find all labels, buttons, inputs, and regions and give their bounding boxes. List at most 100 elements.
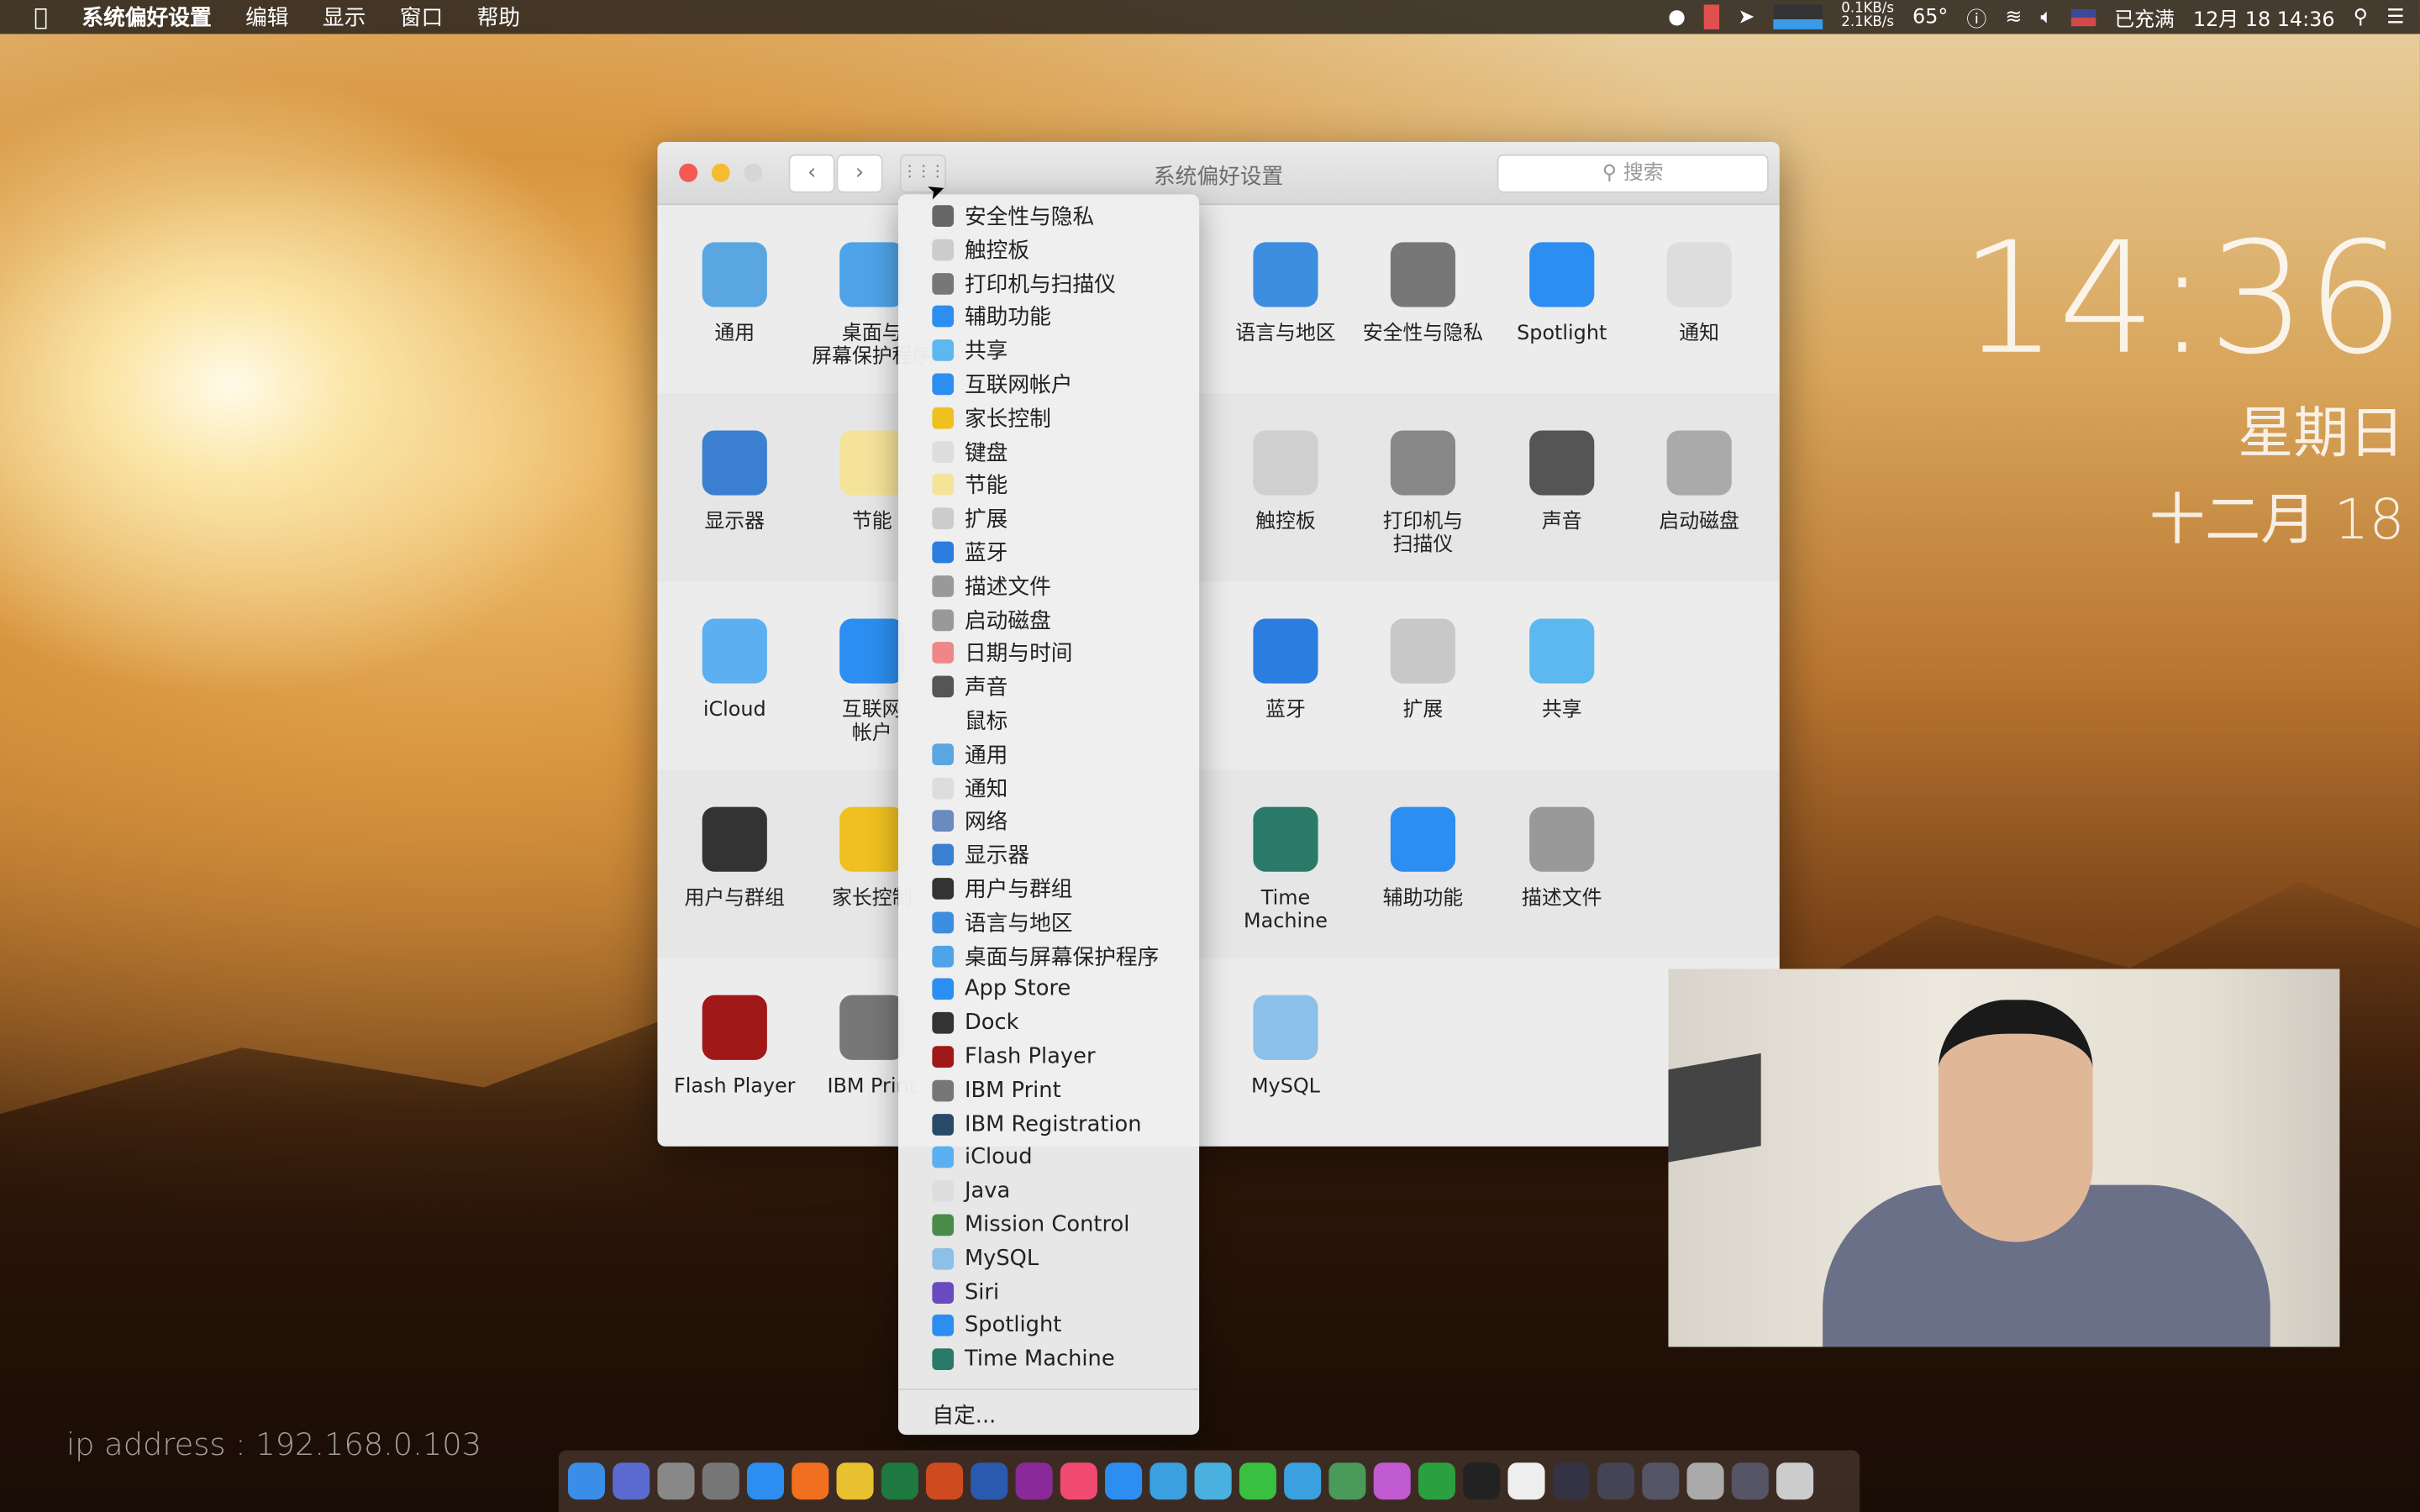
menu-item[interactable]: 扩展 (932, 503, 1007, 534)
menu-item[interactable]: 共享 (932, 335, 1007, 366)
pane-item[interactable]: 启动磁盘 (1631, 430, 1767, 533)
red-app-icon[interactable] (1704, 4, 1720, 29)
info-icon[interactable]: ⓘ (1966, 3, 1986, 32)
clock[interactable]: 12月 18 14:36 (2193, 3, 2335, 32)
menu-item[interactable]: 启动磁盘 (932, 604, 1051, 635)
menu-item[interactable]: Mission Control (932, 1210, 1129, 1241)
menu-app-name[interactable]: 系统偏好设置 (82, 2, 211, 33)
pane-item[interactable]: Spotlight (1494, 242, 1630, 345)
pane-item[interactable]: 通用 (666, 242, 802, 345)
menu-item[interactable]: Siri (932, 1277, 999, 1308)
menu-edit[interactable]: 编辑 (245, 2, 288, 33)
pane-item[interactable]: iCloud (666, 618, 802, 722)
temperature[interactable]: 65° (1912, 5, 1948, 29)
menu-item[interactable]: 鼠标 (932, 705, 1007, 736)
dock-app-icon[interactable] (1060, 1462, 1097, 1500)
pane-item[interactable]: 辅助功能 (1355, 806, 1491, 911)
menu-item[interactable]: 触控板 (932, 234, 1029, 265)
menu-item[interactable]: 互联网帐户 (932, 369, 1073, 400)
dock-app-icon[interactable] (1552, 1462, 1590, 1500)
dock-app-icon[interactable] (792, 1462, 829, 1500)
menu-item[interactable]: 网络 (932, 806, 1007, 837)
dock-app-icon[interactable] (613, 1462, 650, 1500)
pane-item[interactable]: 共享 (1494, 618, 1630, 722)
menu-item[interactable]: 语言与地区 (932, 907, 1073, 938)
search-field[interactable]: ⚲ 搜索 (1497, 154, 1769, 193)
volume-icon[interactable]: 🔈︎ (2040, 5, 2052, 29)
menu-item[interactable]: 日期与时间 (932, 638, 1073, 669)
menu-item[interactable]: 蓝牙 (932, 537, 1007, 568)
input-flag-icon[interactable] (2070, 8, 2096, 26)
menu-item[interactable]: MySQL (932, 1243, 1039, 1274)
dock-app-icon[interactable] (1686, 1462, 1724, 1500)
pane-item[interactable]: Time Machine (1218, 806, 1354, 934)
dock-app-icon[interactable] (1328, 1462, 1366, 1500)
dock-app-icon[interactable] (1731, 1462, 1769, 1500)
dock-app-icon[interactable] (1507, 1462, 1545, 1500)
pane-item[interactable]: 描述文件 (1494, 806, 1630, 911)
pane-item[interactable]: 显示器 (666, 430, 802, 533)
menu-item[interactable]: Time Machine (932, 1344, 1115, 1375)
network-speed[interactable]: 0.1KB/s 2.1KB/s (1841, 3, 1894, 31)
pane-item[interactable]: 触控板 (1218, 430, 1354, 533)
location-icon[interactable]: ➤ (1738, 5, 1754, 29)
dock-app-icon[interactable] (1373, 1462, 1411, 1500)
pane-item[interactable]: 语言与地区 (1218, 242, 1354, 345)
dock-app-icon[interactable] (1105, 1462, 1143, 1500)
dock-app-icon[interactable] (746, 1462, 785, 1500)
menu-item[interactable]: 通用 (932, 738, 1007, 769)
menu-item[interactable]: Spotlight (932, 1310, 1061, 1341)
dock-app-icon[interactable] (1597, 1462, 1635, 1500)
pane-item[interactable]: 声音 (1494, 430, 1630, 533)
notification-center-icon[interactable]: ☰ (2386, 5, 2404, 29)
dock-app-icon[interactable] (657, 1462, 695, 1500)
pane-item[interactable]: 用户与群组 (666, 806, 802, 911)
menu-item[interactable]: 用户与群组 (932, 874, 1073, 905)
menu-item[interactable]: 桌面与屏幕保护程序 (932, 941, 1159, 972)
dock-app-icon[interactable] (1776, 1462, 1814, 1500)
menu-item[interactable]: App Store (932, 974, 1071, 1005)
menu-item[interactable]: 显示器 (932, 840, 1029, 871)
menu-item[interactable]: 安全性与隐私 (932, 201, 1094, 232)
menu-item[interactable]: iCloud (932, 1142, 1033, 1173)
dock-app-icon[interactable] (926, 1462, 964, 1500)
qq-icon[interactable]: ● (1668, 5, 1686, 29)
dock-app-icon[interactable] (971, 1462, 1008, 1500)
dock-app-icon[interactable] (702, 1462, 739, 1500)
dock-app-icon[interactable] (881, 1462, 918, 1500)
menu-item-customize[interactable]: 自定... (932, 1399, 996, 1431)
menu-item[interactable]: Flash Player (932, 1042, 1096, 1073)
menu-item[interactable]: Java (932, 1176, 1010, 1207)
menu-item[interactable]: 家长控制 (932, 402, 1051, 433)
pane-item[interactable]: 安全性与隐私 (1355, 242, 1491, 345)
pane-item[interactable]: 通知 (1631, 242, 1767, 345)
pane-item[interactable]: Flash Player (666, 995, 802, 1099)
dock-app-icon[interactable] (1239, 1462, 1276, 1500)
menu-item[interactable]: Dock (932, 1008, 1019, 1039)
dock-app-icon[interactable] (1463, 1462, 1501, 1500)
apple-menu-icon[interactable]:  (34, 3, 48, 31)
menu-view[interactable]: 显示 (323, 2, 366, 33)
menu-window[interactable]: 窗口 (400, 2, 443, 33)
dock-app-icon[interactable] (1150, 1462, 1187, 1500)
cpu-graph-icon[interactable] (1773, 4, 1823, 29)
pane-item[interactable]: 打印机与 扫描仪 (1355, 430, 1491, 557)
dock-app-icon[interactable] (1418, 1462, 1456, 1500)
dock-app-icon[interactable] (1194, 1462, 1232, 1500)
dock-app-icon[interactable] (1642, 1462, 1680, 1500)
menu-help[interactable]: 帮助 (477, 2, 520, 33)
dock-app-icon[interactable] (836, 1462, 874, 1500)
pane-item[interactable]: MySQL (1218, 995, 1354, 1099)
menu-item[interactable]: IBM Print (932, 1075, 1061, 1106)
pane-item[interactable]: 蓝牙 (1218, 618, 1354, 722)
battery-status[interactable]: 已充满 (2114, 3, 2175, 32)
menu-item[interactable]: 描述文件 (932, 570, 1051, 601)
dock-app-icon[interactable] (1015, 1462, 1053, 1500)
menu-item[interactable]: IBM Registration (932, 1109, 1142, 1140)
menu-item[interactable]: 通知 (932, 772, 1007, 803)
wifi-icon[interactable]: ≋ (2005, 5, 2022, 29)
menu-item[interactable]: 节能 (932, 470, 1007, 501)
dock-app-icon[interactable] (567, 1462, 605, 1500)
menu-item[interactable]: 键盘 (932, 436, 1007, 467)
pane-item[interactable]: 扩展 (1355, 618, 1491, 722)
